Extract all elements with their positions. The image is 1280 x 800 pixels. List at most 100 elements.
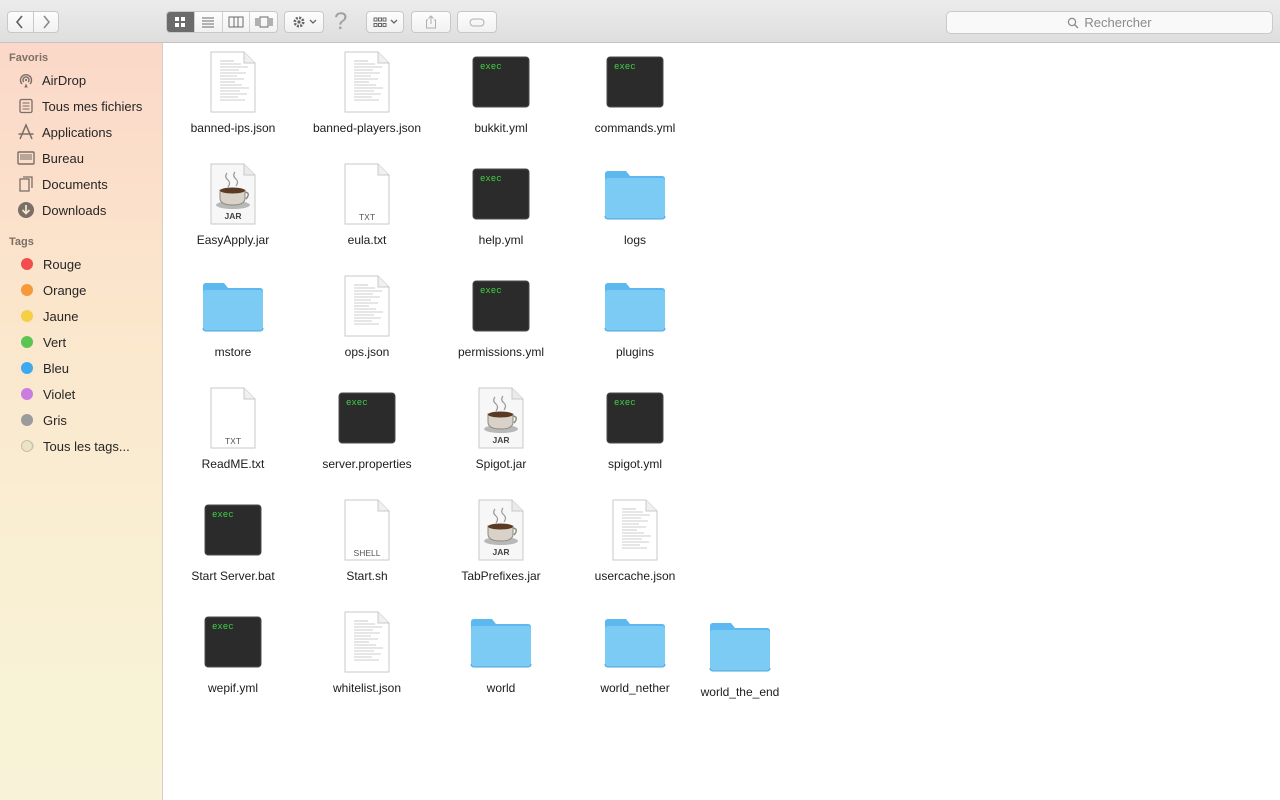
file-item[interactable]: world_the_end [675,614,805,700]
file-item[interactable]: JAR EasyApply.jar [168,162,298,248]
sidebar-tag-purple[interactable]: Violet [16,383,75,405]
chevron-down-icon [309,19,316,24]
action-menu-button[interactable] [284,11,324,33]
executable-icon: exec [201,498,265,562]
tag-color-dot [21,336,33,348]
file-item[interactable]: plugins [570,274,700,360]
tags-section-title: Tags [9,236,34,248]
file-item[interactable]: banned-ips.json [168,50,298,136]
file-name: TabPrefixes.jar [461,569,541,583]
sidebar-item-all-files[interactable]: Tous mes fichiers [16,95,142,117]
sidebar-item-label: AirDrop [42,72,87,88]
coverflow-view-button[interactable] [250,12,277,32]
list-view-button[interactable] [195,12,223,32]
icon-view-button[interactable] [167,12,195,32]
sidebar-item-label: Bureau [42,150,84,166]
sidebar-tag-blue[interactable]: Bleu [16,357,69,379]
shell-script-icon: SHELL [335,498,399,562]
toolbar: ? Rechercher [0,0,1280,43]
sidebar-tag-all[interactable]: Tous les tags... [16,435,130,457]
file-item[interactable]: exec permissions.yml [436,274,566,360]
svg-text:exec: exec [212,510,234,520]
gear-icon [293,16,304,28]
svg-text:exec: exec [480,286,502,296]
file-item[interactable]: exec commands.yml [570,50,700,136]
file-item[interactable]: exec server.properties [302,386,432,472]
file-name: spigot.yml [607,457,663,471]
file-item[interactable]: TXT ReadME.txt [168,386,298,472]
file-item[interactable]: ops.json [302,274,432,360]
executable-icon: exec [201,610,265,674]
file-item[interactable]: banned-players.json [302,50,432,136]
folder-icon [603,274,667,338]
sidebar-item-documents[interactable]: Documents [16,173,108,195]
sidebar-item-downloads[interactable]: Downloads [16,199,106,221]
sidebar: Favoris AirDrop Tous mes fichiers Applic… [0,43,163,800]
tag-color-dot [21,362,33,374]
file-item[interactable]: exec wepif.yml [168,610,298,696]
file-item[interactable]: mstore [168,274,298,360]
executable-icon: exec [335,386,399,450]
coverflow-view-icon [255,16,273,28]
jar-file-icon: JAR [469,386,533,450]
file-item[interactable]: exec bukkit.yml [436,50,566,136]
search-field[interactable]: Rechercher [946,11,1273,34]
file-item[interactable]: exec spigot.yml [570,386,700,472]
file-name: wepif.yml [207,681,258,695]
file-name: whitelist.json [332,681,402,695]
sidebar-item-desktop[interactable]: Bureau [16,147,84,169]
file-name: usercache.json [594,569,676,583]
sidebar-item-label: Applications [42,124,113,140]
sidebar-tag-orange[interactable]: Orange [16,279,86,301]
icon-view-icon [175,17,186,27]
share-button[interactable] [411,11,451,33]
back-button[interactable] [8,12,34,32]
sidebar-tag-yellow[interactable]: Jaune [16,305,78,327]
sidebar-tag-green[interactable]: Vert [16,331,66,353]
file-item[interactable]: JAR Spigot.jar [436,386,566,472]
sidebar-item-label: Documents [42,176,108,192]
folder-icon [201,274,265,338]
arrange-button[interactable] [366,11,404,33]
file-item[interactable]: SHELL Start.sh [302,498,432,584]
sidebar-tag-red[interactable]: Rouge [16,253,81,275]
file-name: commands.yml [594,121,676,135]
file-type-label: JAR [492,547,509,557]
file-type-label: JAR [224,211,241,221]
text-file-icon: TXT [335,162,399,226]
document-icon [335,610,399,674]
sidebar-item-label: Downloads [42,202,107,218]
file-item[interactable]: usercache.json [570,498,700,584]
file-item[interactable]: TXT eula.txt [302,162,432,248]
sidebar-item-airdrop[interactable]: AirDrop [16,69,86,91]
svg-text:exec: exec [346,398,368,408]
share-icon [426,15,436,29]
file-type-label: TXT [225,436,241,446]
file-item[interactable]: world [436,610,566,696]
file-item[interactable]: whitelist.json [302,610,432,696]
file-item[interactable]: exec help.yml [436,162,566,248]
executable-icon: exec [469,50,533,114]
all-tags-icon [21,440,33,452]
column-view-icon [228,16,244,28]
sidebar-item-label: Rouge [43,256,82,272]
file-name: Spigot.jar [475,457,527,471]
file-item[interactable]: exec Start Server.bat [168,498,298,584]
column-view-button[interactable] [223,12,251,32]
executable-icon: exec [603,50,667,114]
favorites-section-title: Favoris [9,52,49,64]
airdrop-icon [16,70,36,90]
file-name: ReadME.txt [201,457,265,471]
jar-file-icon: JAR [201,162,265,226]
sidebar-tag-gray[interactable]: Gris [16,409,67,431]
file-item[interactable]: JAR TabPrefixes.jar [436,498,566,584]
tag-color-dot [21,258,33,270]
file-item[interactable]: logs [570,162,700,248]
forward-button[interactable] [34,12,59,32]
list-view-icon [202,17,215,28]
help-icon[interactable]: ? [334,8,347,36]
edit-tags-button[interactable] [457,11,497,33]
sidebar-item-applications[interactable]: Applications [16,121,112,143]
sidebar-item-label: Bleu [43,360,70,376]
folder-icon [469,610,533,674]
